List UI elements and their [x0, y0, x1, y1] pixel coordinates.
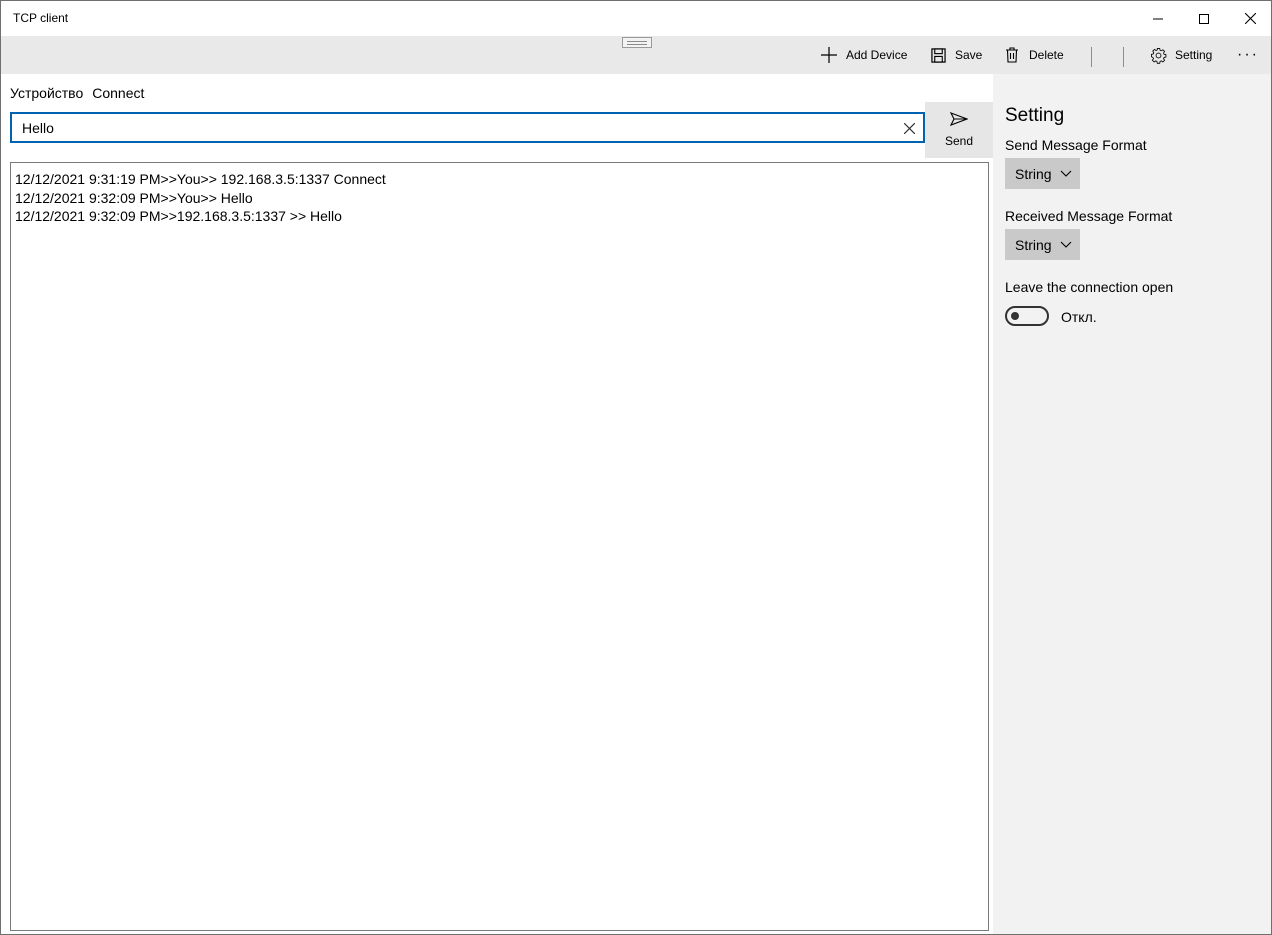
chevron-down-icon [1060, 239, 1072, 251]
toggle-knob [1011, 312, 1019, 320]
delete-button[interactable]: Delete [1003, 36, 1064, 74]
connect-menu[interactable]: Connect [92, 85, 144, 101]
clear-input-button[interactable] [901, 120, 917, 136]
more-options-button[interactable]: ··· [1233, 36, 1263, 74]
send-format-dropdown[interactable]: String [1005, 158, 1080, 189]
separator [1091, 47, 1092, 67]
minimize-button[interactable] [1135, 1, 1181, 36]
close-button[interactable] [1227, 1, 1272, 36]
save-icon [929, 46, 947, 64]
add-device-label: Add Device [846, 48, 908, 62]
drag-handle-icon[interactable] [622, 37, 652, 48]
command-bar: Add Device Save Delete Setting ··· [1, 36, 1271, 74]
send-format-value: String [1015, 165, 1052, 182]
plus-icon [820, 46, 838, 64]
save-button[interactable]: Save [929, 36, 982, 74]
log-line: 12/12/2021 9:32:09 PM>>You>> Hello [15, 189, 253, 206]
more-icon: ··· [1237, 46, 1259, 63]
trash-icon [1003, 46, 1021, 64]
message-input-box[interactable] [10, 112, 925, 143]
settings-panel: Setting Send Message Format String Recei… [993, 74, 1271, 934]
separator [1123, 47, 1124, 67]
settings-title: Setting [1005, 105, 1065, 126]
gear-icon [1149, 46, 1167, 64]
maximize-button[interactable] [1181, 1, 1227, 36]
setting-button[interactable]: Setting [1149, 36, 1212, 74]
close-icon [1244, 13, 1256, 24]
log-line: 12/12/2021 9:31:19 PM>>You>> 192.168.3.5… [15, 171, 386, 187]
app-window: TCP client Add Device Save Delete Settin… [0, 0, 1272, 935]
log-line: 12/12/2021 9:32:09 PM>>192.168.3.5:1337 … [15, 208, 342, 224]
send-icon [949, 111, 969, 130]
received-format-dropdown[interactable]: String [1005, 229, 1080, 260]
received-format-value: String [1015, 236, 1052, 253]
setting-label: Setting [1175, 48, 1213, 62]
send-button[interactable]: Send [925, 102, 993, 158]
message-log[interactable]: 12/12/2021 9:31:19 PM>>You>> 192.168.3.5… [10, 162, 989, 931]
title-bar[interactable]: TCP client [1, 1, 1271, 36]
chevron-down-icon [1060, 168, 1072, 180]
device-menu[interactable]: Устройство [10, 85, 83, 101]
send-format-label: Send Message Format [1005, 137, 1147, 153]
minimize-icon [1153, 18, 1163, 19]
window-title: TCP client [13, 11, 69, 25]
save-label: Save [955, 48, 983, 62]
received-format-label: Received Message Format [1005, 208, 1173, 224]
delete-label: Delete [1029, 48, 1064, 62]
leave-open-label: Leave the connection open [1005, 279, 1174, 295]
message-input[interactable] [22, 118, 882, 138]
device-row: Устройство Connect [10, 85, 144, 101]
leave-open-state: Откл. [1061, 309, 1097, 325]
close-icon [903, 122, 915, 134]
send-label: Send [944, 134, 974, 148]
leave-open-toggle[interactable] [1005, 306, 1049, 326]
maximize-icon [1199, 13, 1209, 24]
add-device-button[interactable]: Add Device [820, 36, 907, 74]
